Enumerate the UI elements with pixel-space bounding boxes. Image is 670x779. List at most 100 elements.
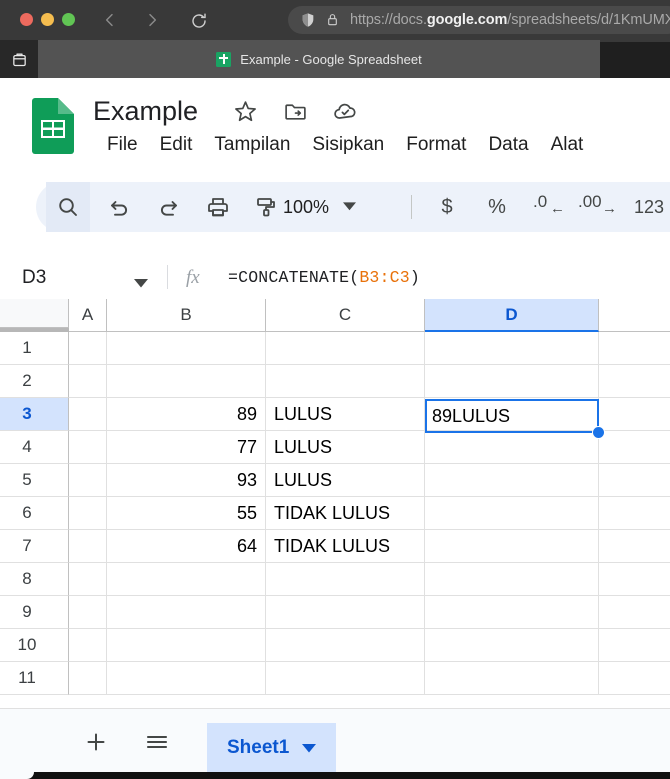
cell-X3[interactable] [599,398,670,431]
cell-C2[interactable] [266,365,425,398]
cell-C7[interactable]: TIDAK LULUS [266,530,425,563]
cell-B3[interactable]: 89 [107,398,266,431]
cell-B4[interactable]: 77 [107,431,266,464]
cell-X10[interactable] [599,629,670,662]
selected-cell-value[interactable]: 89LULUS [429,403,595,429]
cell-A7[interactable] [69,530,107,563]
row-header-11[interactable]: 11 [0,662,69,695]
cell-A8[interactable] [69,563,107,596]
cell-X4[interactable] [599,431,670,464]
cell-D8[interactable] [425,563,599,596]
cell-A3[interactable] [69,398,107,431]
cell-A1[interactable] [69,332,107,365]
cell-C10[interactable] [266,629,425,662]
name-box-chevron-down-icon[interactable] [134,275,148,293]
page-title[interactable]: Example [93,96,198,127]
column-header-a[interactable]: A [69,299,107,332]
cell-A6[interactable] [69,497,107,530]
name-box[interactable]: D3 [22,267,46,289]
forward-button[interactable] [142,10,162,30]
select-all-corner[interactable] [0,299,69,328]
zoom-control[interactable]: 100% [283,190,357,224]
menu-file[interactable]: File [96,132,149,158]
google-sheets-logo[interactable] [32,98,74,154]
increase-decimal-button[interactable]: .00 → [573,192,621,222]
cell-A4[interactable] [69,431,107,464]
cell-X6[interactable] [599,497,670,530]
column-header-blank[interactable] [599,299,670,332]
browser-tab[interactable]: Example - Google Spreadsheet [38,40,600,78]
cell-A5[interactable] [69,464,107,497]
cell-D7[interactable] [425,530,599,563]
fill-handle[interactable] [592,426,605,439]
menu-sisipkan[interactable]: Sisipkan [301,132,395,158]
cell-C8[interactable] [266,563,425,596]
currency-format-button[interactable]: $ [428,192,466,222]
row-header-6[interactable]: 6 [0,497,69,530]
paint-format-icon[interactable] [246,192,286,222]
cell-C11[interactable] [266,662,425,695]
row-header-9[interactable]: 9 [0,596,69,629]
cell-A9[interactable] [69,596,107,629]
cell-B5[interactable]: 93 [107,464,266,497]
cell-A2[interactable] [69,365,107,398]
formula-input[interactable]: =CONCATENATE(B3:C3) [228,268,420,287]
cell-B1[interactable] [107,332,266,365]
redo-icon[interactable] [148,192,188,222]
cell-B9[interactable] [107,596,266,629]
cell-D1[interactable] [425,332,599,365]
cell-X11[interactable] [599,662,670,695]
cell-B11[interactable] [107,662,266,695]
cell-C3[interactable]: LULUS [266,398,425,431]
row-header-2[interactable]: 2 [0,365,69,398]
row-header-8[interactable]: 8 [0,563,69,596]
print-icon[interactable] [198,192,238,222]
cell-A10[interactable] [69,629,107,662]
menu-format[interactable]: Format [395,132,477,158]
cell-C5[interactable]: LULUS [266,464,425,497]
cell-C9[interactable] [266,596,425,629]
star-icon[interactable] [232,98,258,124]
cell-C1[interactable] [266,332,425,365]
minimize-window-button[interactable] [41,13,54,26]
cell-B8[interactable] [107,563,266,596]
decrease-decimal-button[interactable]: .0 ← [525,192,569,222]
search-icon[interactable] [46,192,90,222]
cell-X9[interactable] [599,596,670,629]
cell-A11[interactable] [69,662,107,695]
sheet-tab-sheet1[interactable]: Sheet1 [207,723,337,773]
row-header-7[interactable]: 7 [0,530,69,563]
cell-B7[interactable]: 64 [107,530,266,563]
cloud-saved-icon[interactable] [332,98,358,124]
cell-B6[interactable]: 55 [107,497,266,530]
cell-D4[interactable] [425,431,599,464]
cell-X8[interactable] [599,563,670,596]
cell-B10[interactable] [107,629,266,662]
row-header-1[interactable]: 1 [0,332,69,365]
row-header-10[interactable]: 10 [0,629,69,662]
cell-X1[interactable] [599,332,670,365]
cell-C6[interactable]: TIDAK LULUS [266,497,425,530]
menu-data[interactable]: Data [477,132,539,158]
column-header-d[interactable]: D [425,299,599,332]
cell-C4[interactable]: LULUS [266,431,425,464]
address-bar[interactable]: https://docs.google.com/spreadsheets/d/1… [288,6,670,34]
cell-B2[interactable] [107,365,266,398]
row-header-5[interactable]: 5 [0,464,69,497]
sheet-tab-chevron-down-icon[interactable] [302,737,317,759]
more-formats-button[interactable]: 123 [628,192,670,222]
column-header-c[interactable]: C [266,299,425,332]
row-header-4[interactable]: 4 [0,431,69,464]
move-to-folder-icon[interactable] [282,98,308,124]
cell-X7[interactable] [599,530,670,563]
back-button[interactable] [100,10,120,30]
maximize-window-button[interactable] [62,13,75,26]
row-header-3[interactable]: 3 [0,398,69,431]
close-window-button[interactable] [20,13,33,26]
tab-group-icon[interactable] [0,40,38,78]
percent-format-button[interactable]: % [478,192,516,222]
menu-tampilan[interactable]: Tampilan [203,132,301,158]
cell-D9[interactable] [425,596,599,629]
cell-D2[interactable] [425,365,599,398]
cell-D5[interactable] [425,464,599,497]
